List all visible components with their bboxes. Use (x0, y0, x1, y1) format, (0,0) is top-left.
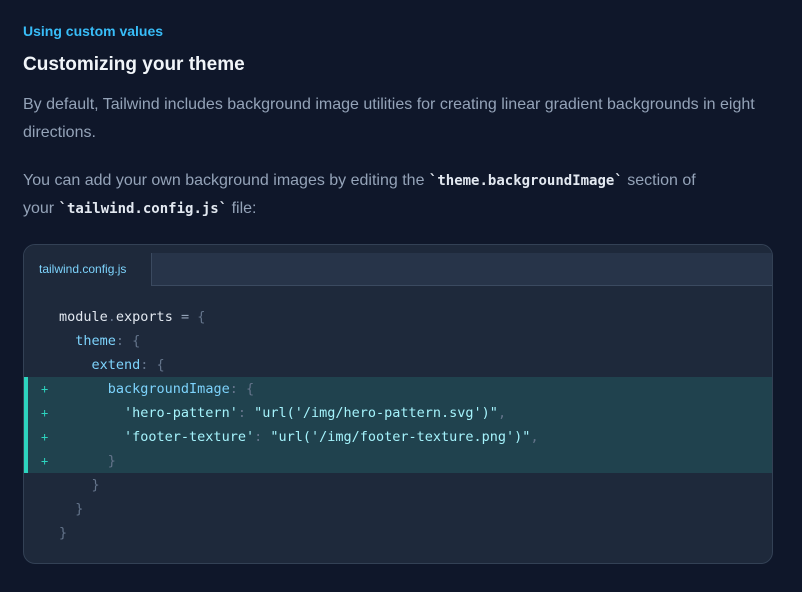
code-line: module.exports = { (24, 305, 772, 329)
code-token: : (237, 405, 255, 421)
intro-paragraph: By default, Tailwind includes background… (23, 96, 755, 141)
code-token: : (254, 429, 271, 445)
inline-code-theme-background-image: `theme.backgroundImage` (428, 173, 623, 189)
paragraph-text: section of (622, 172, 696, 189)
code-token: : { (115, 333, 141, 349)
customize-paragraph: You can add your own background images b… (23, 167, 783, 223)
inline-code-config-file: `tailwind.config.js` (58, 201, 228, 217)
code-token: { (197, 309, 206, 325)
code-token: , (497, 405, 507, 421)
code-line: } (24, 521, 772, 545)
code-line: } (24, 497, 772, 521)
code-token: theme (75, 333, 116, 349)
code-line-text: 'footer-texture': "url('/img/footer-text… (59, 425, 539, 449)
code-line-added: + } (24, 449, 772, 473)
code-token: "url('/img/hero-pattern.svg')" (254, 405, 498, 421)
section-title: Customizing your theme (23, 54, 245, 75)
code-token: exports (115, 309, 181, 325)
code-token: } (59, 525, 68, 541)
code-token: 'hero-pattern' (124, 405, 238, 421)
diff-plus-marker: + (41, 406, 49, 420)
code-token: : { (229, 381, 255, 397)
code-token: } (91, 477, 100, 493)
code-line-text: } (59, 497, 83, 521)
code-line-added: + backgroundImage: { (24, 377, 772, 401)
code-token: : { (140, 357, 165, 373)
code-line-text: } (59, 521, 67, 545)
paragraph-text: file: (227, 200, 257, 217)
code-line: theme: { (24, 329, 772, 353)
code-line-text: extend: { (59, 353, 165, 377)
code-token: backgroundImage (107, 381, 230, 397)
tab-bar-filler (151, 253, 772, 286)
diff-plus-marker: + (41, 382, 49, 396)
code-token: "url('/img/footer-texture.png')" (270, 429, 531, 445)
diff-plus-marker: + (41, 430, 49, 444)
code-panel: tailwind.config.js module.exports = { th… (23, 244, 773, 564)
code-line-added: + 'hero-pattern': "url('/img/hero-patter… (24, 401, 772, 425)
code-token: } (75, 501, 84, 517)
code-line-text: backgroundImage: { (59, 377, 254, 401)
code-token: 'footer-texture' (124, 429, 255, 445)
paragraph-text: You can add your own background images b… (23, 172, 429, 189)
diff-plus-marker: + (41, 454, 49, 468)
code-block: module.exports = { theme: { extend: {+ b… (24, 305, 772, 545)
code-line: extend: { (24, 353, 772, 377)
paragraph-text: your (23, 200, 59, 217)
tab-tailwind-config[interactable]: tailwind.config.js (24, 253, 151, 286)
section-eyebrow: Using custom values (23, 23, 164, 39)
code-line: } (24, 473, 772, 497)
code-line-text: theme: { (59, 329, 140, 353)
code-line-text: } (59, 449, 116, 473)
code-token: module (59, 309, 108, 325)
code-token: } (107, 453, 116, 469)
code-line-text: 'hero-pattern': "url('/img/hero-pattern.… (59, 401, 506, 425)
code-line-text: } (59, 473, 100, 497)
code-tab-bar: tailwind.config.js (24, 245, 772, 286)
code-line-added: + 'footer-texture': "url('/img/footer-te… (24, 425, 772, 449)
code-token: extend (91, 357, 141, 373)
code-token: . (107, 309, 116, 325)
code-token: = (180, 309, 198, 325)
code-token: , (530, 429, 539, 445)
code-line-text: module.exports = { (59, 305, 205, 329)
